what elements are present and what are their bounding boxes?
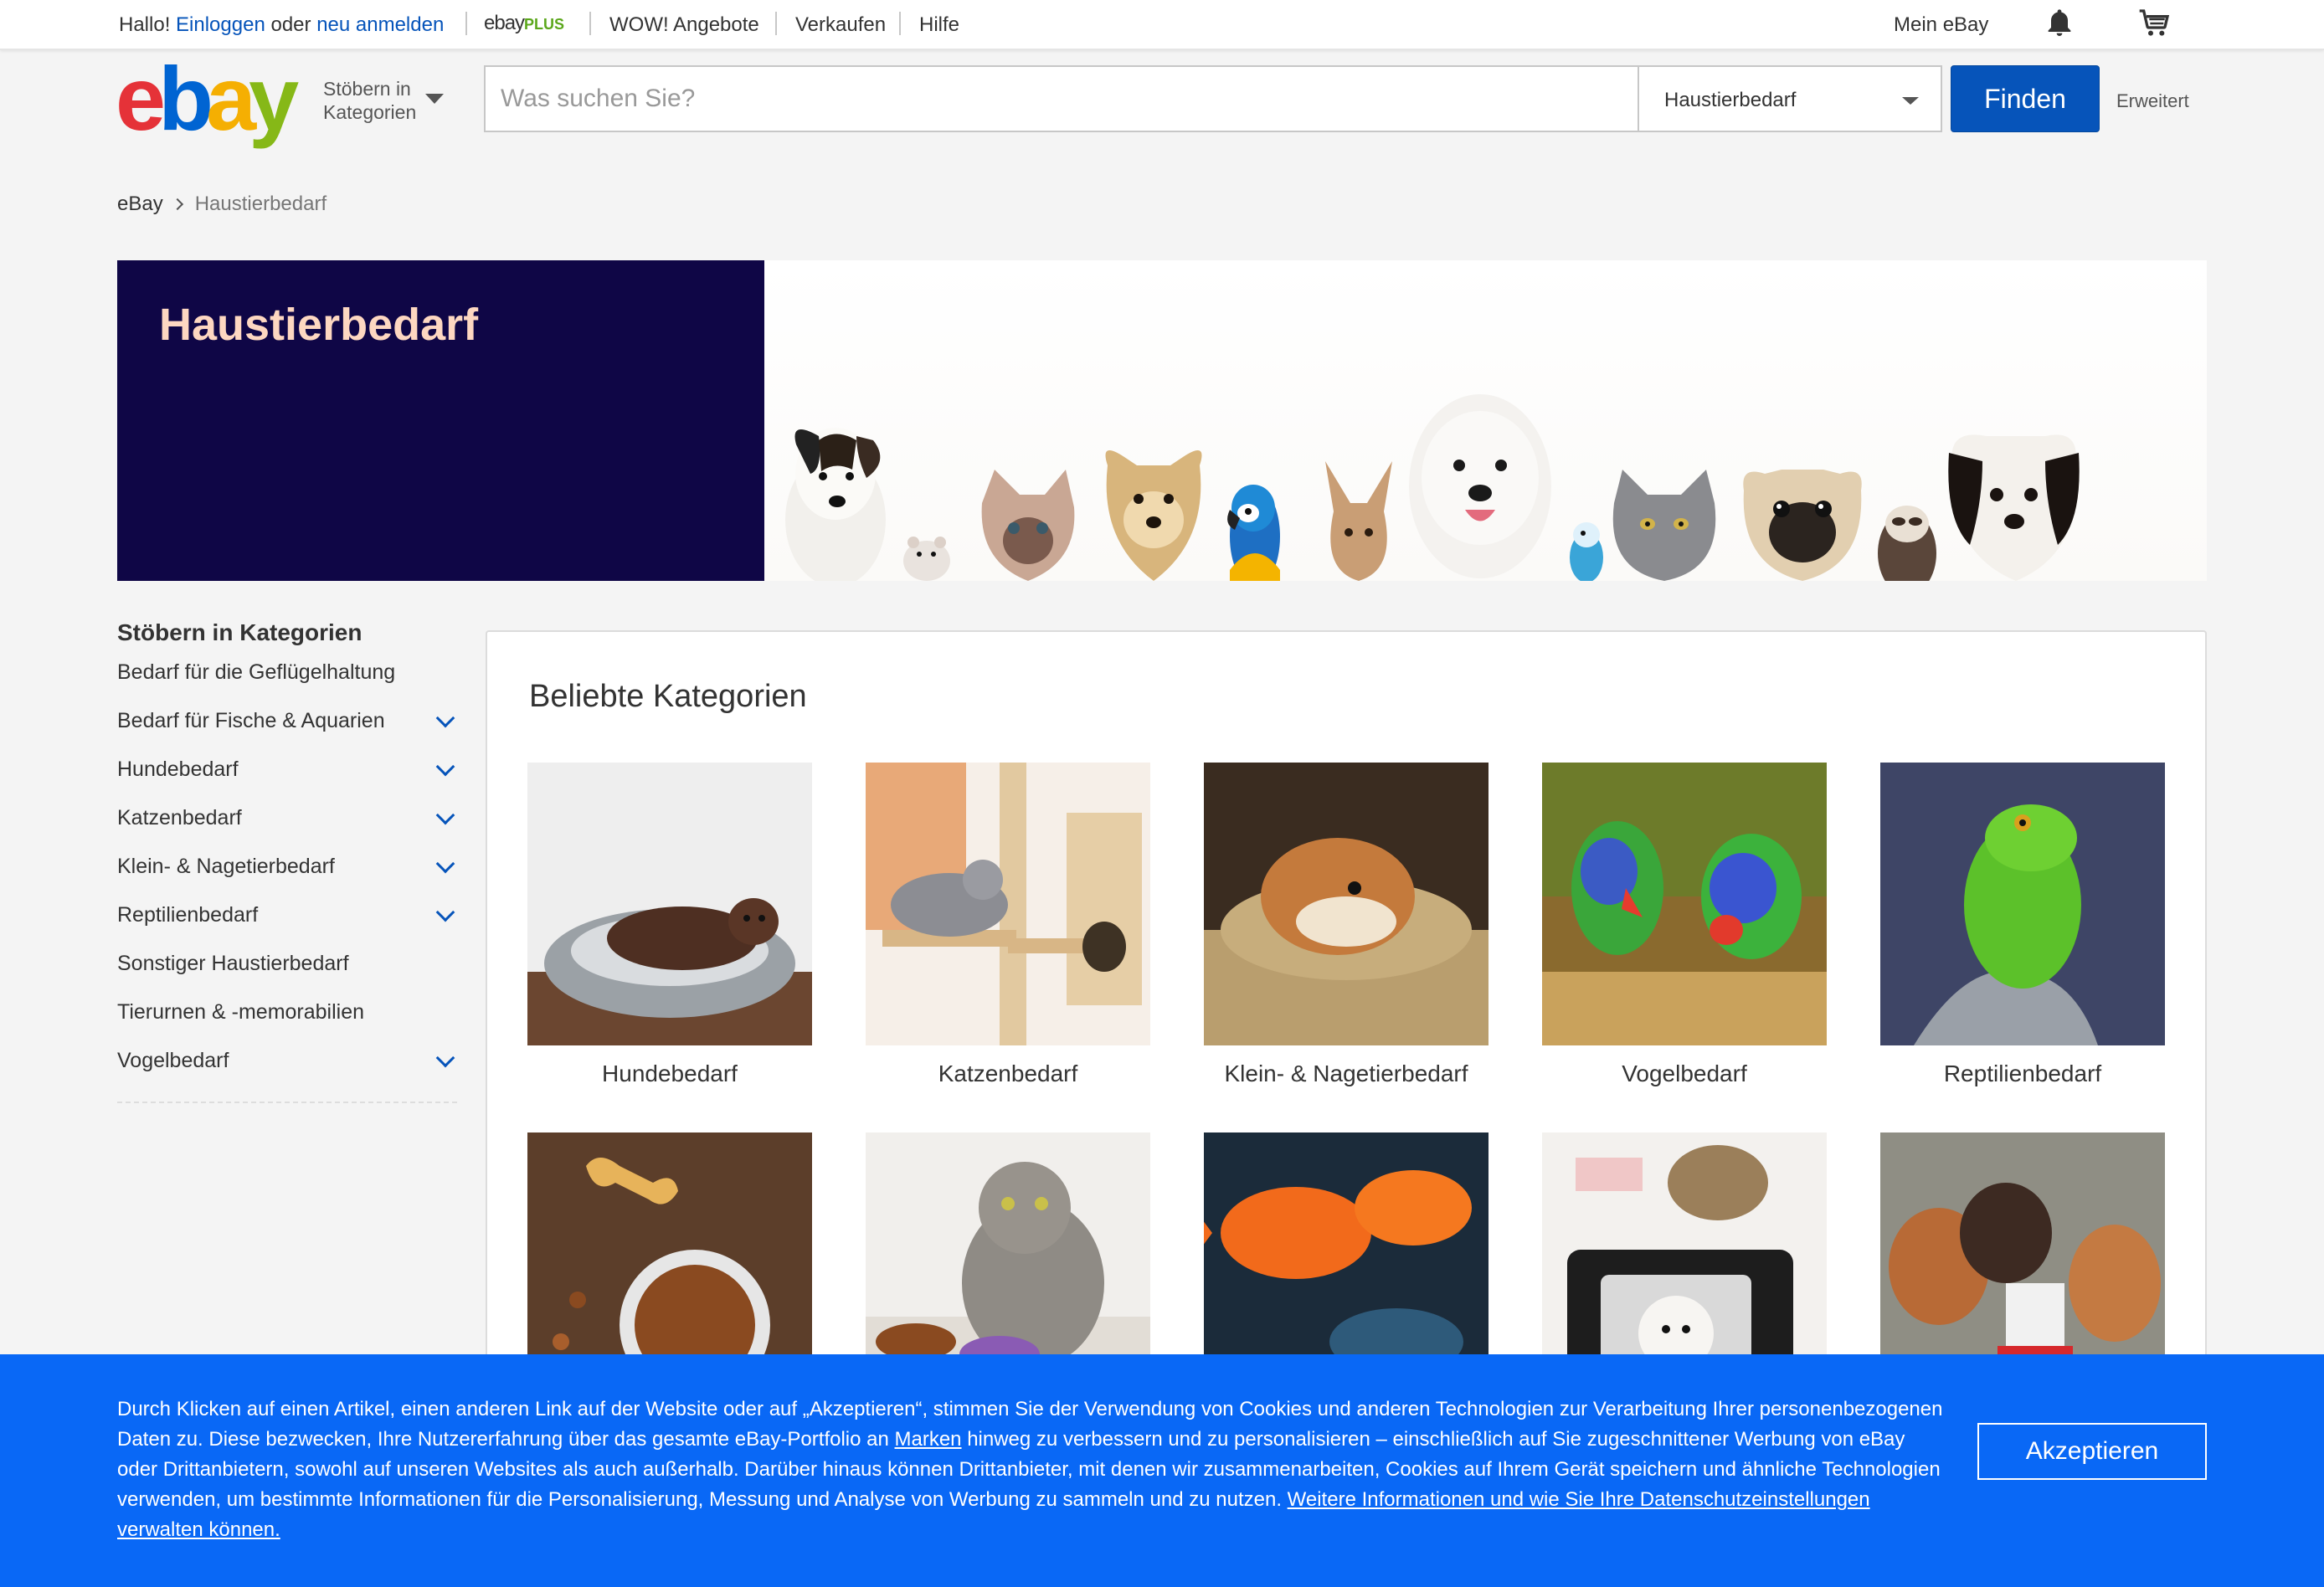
sidebar-item-label: Sonstiger Haustierbedarf — [117, 952, 349, 975]
tile-image — [866, 763, 1150, 1045]
sidebar-item-other[interactable]: Sonstiger Haustierbedarf — [117, 942, 457, 991]
search-box — [484, 65, 1639, 132]
sidebar-item-label: Hundebedarf — [117, 758, 239, 781]
sidebar-item-label: Klein- & Nagetierbedarf — [117, 855, 335, 878]
sidebar-item-urns[interactable]: Tierurnen & -memorabilien — [117, 991, 457, 1040]
category-sidebar: Stöbern in Kategorien Bedarf für die Gef… — [117, 619, 457, 1103]
browse-categories-button[interactable]: Stöbern in Kategorien — [323, 77, 424, 124]
divider — [117, 1102, 457, 1103]
tile-label: Klein- & Nagetierbedarf — [1224, 1061, 1468, 1086]
breadcrumb: eBay Haustierbedarf — [117, 193, 326, 216]
ebay-plus-plus: PLUS — [524, 16, 565, 33]
sidebar-item-label: Bedarf für Fische & Aquarien — [117, 709, 385, 732]
breadcrumb-root[interactable]: eBay — [117, 193, 163, 215]
section-heading: Beliebte Kategorien — [529, 679, 807, 714]
bell-icon[interactable] — [2043, 7, 2076, 40]
brands-link[interactable]: Marken — [895, 1428, 962, 1451]
register-link[interactable]: neu anmelden — [316, 13, 444, 36]
chevron-down-icon[interactable] — [435, 902, 455, 922]
sidebar-item-poultry[interactable]: Bedarf für die Geflügelhaltung — [117, 651, 457, 700]
help-link[interactable]: Hilfe — [919, 13, 959, 37]
sidebar-item-small-animals[interactable]: Klein- & Nagetierbedarf — [117, 845, 457, 894]
cookie-text: Durch Klicken auf einen Artikel, einen a… — [117, 1394, 1951, 1545]
chevron-down-icon[interactable] — [435, 708, 455, 728]
chevron-down-icon[interactable] — [425, 94, 444, 104]
hero-title-panel: Haustierbedarf — [117, 260, 764, 581]
ebay-plus-word: ebay — [484, 12, 525, 34]
logo-letter: b — [158, 48, 213, 149]
chevron-down-icon[interactable] — [435, 757, 455, 777]
sidebar-item-label: Katzenbedarf — [117, 806, 242, 829]
cart-icon[interactable] — [2138, 7, 2172, 40]
greeting: Hallo! Einloggen oder neu anmelden — [119, 13, 444, 37]
tile-label: Hundebedarf — [602, 1061, 738, 1086]
tile-image — [1204, 763, 1488, 1045]
category-tile-reptile[interactable]: Reptilienbedarf — [1880, 763, 2165, 1087]
tile-image — [1542, 763, 1827, 1045]
sidebar-item-label: Tierurnen & -memorabilien — [117, 1000, 365, 1024]
greeting-hello: Hallo! — [119, 13, 171, 36]
chevron-right-icon — [171, 198, 183, 211]
divider — [899, 12, 901, 35]
category-tile-dog[interactable]: Hundebedarf — [527, 763, 812, 1087]
sidebar-item-birds[interactable]: Vogelbedarf — [117, 1040, 457, 1088]
ebay-plus-link[interactable]: ebayPLUS — [484, 12, 564, 35]
search-button[interactable]: Finden — [1951, 65, 2100, 132]
sidebar-item-reptiles[interactable]: Reptilienbedarf — [117, 894, 457, 942]
advanced-search-link[interactable]: Erweitert — [2116, 90, 2189, 112]
tile-label: Reptilienbedarf — [1943, 1061, 2102, 1086]
greeting-or: oder — [270, 13, 311, 36]
logo-letter: y — [249, 48, 299, 149]
logo-letter: a — [206, 48, 256, 149]
signin-link[interactable]: Einloggen — [176, 13, 265, 36]
page-title: Haustierbedarf — [159, 300, 479, 350]
tile-image — [1880, 763, 2165, 1045]
divider — [589, 12, 591, 35]
logo-letter: e — [116, 48, 166, 149]
sidebar-item-dog[interactable]: Hundebedarf — [117, 748, 457, 797]
chevron-down-icon[interactable] — [435, 805, 455, 825]
category-tile-cat[interactable]: Katzenbedarf — [866, 763, 1150, 1087]
search-input[interactable] — [501, 67, 1589, 131]
sidebar-item-label: Vogelbedarf — [117, 1049, 229, 1072]
sidebar-item-label: Bedarf für die Geflügelhaltung — [117, 660, 396, 684]
tile-label: Vogelbedarf — [1622, 1061, 1747, 1086]
tile-label: Katzenbedarf — [938, 1061, 1078, 1086]
hero-pets-image — [764, 260, 2207, 581]
global-header: Hallo! Einloggen oder neu anmelden ebayP… — [0, 0, 2324, 50]
category-select[interactable]: Haustierbedarf — [1638, 65, 1942, 132]
tile-image — [527, 763, 812, 1045]
sidebar-item-cat[interactable]: Katzenbedarf — [117, 797, 457, 845]
sidebar-item-label: Reptilienbedarf — [117, 903, 259, 927]
cookie-banner: Durch Klicken auf einen Artikel, einen a… — [0, 1354, 2324, 1587]
pets-illustration — [785, 394, 2080, 581]
chevron-down-icon — [1902, 97, 1919, 105]
breadcrumb-current: Haustierbedarf — [194, 193, 327, 215]
wow-deals-link[interactable]: WOW! Angebote — [609, 13, 759, 37]
category-tile-bird[interactable]: Vogelbedarf — [1542, 763, 1827, 1087]
sell-link[interactable]: Verkaufen — [795, 13, 886, 37]
sidebar-item-fish[interactable]: Bedarf für Fische & Aquarien — [117, 700, 457, 748]
sidebar-heading: Stöbern in Kategorien — [117, 619, 362, 645]
ebay-logo[interactable]: ebay — [116, 54, 299, 144]
my-ebay-link[interactable]: Mein eBay — [1894, 13, 1988, 37]
divider — [465, 12, 467, 35]
category-select-value: Haustierbedarf — [1664, 89, 1797, 111]
chevron-down-icon[interactable] — [435, 854, 455, 874]
accept-cookies-button[interactable]: Akzeptieren — [1977, 1423, 2207, 1480]
category-tile-small-animals[interactable]: Klein- & Nagetierbedarf — [1204, 763, 1488, 1087]
chevron-down-icon[interactable] — [435, 1048, 455, 1068]
hero-banner: Haustierbedarf — [117, 260, 2207, 581]
divider — [775, 12, 777, 35]
